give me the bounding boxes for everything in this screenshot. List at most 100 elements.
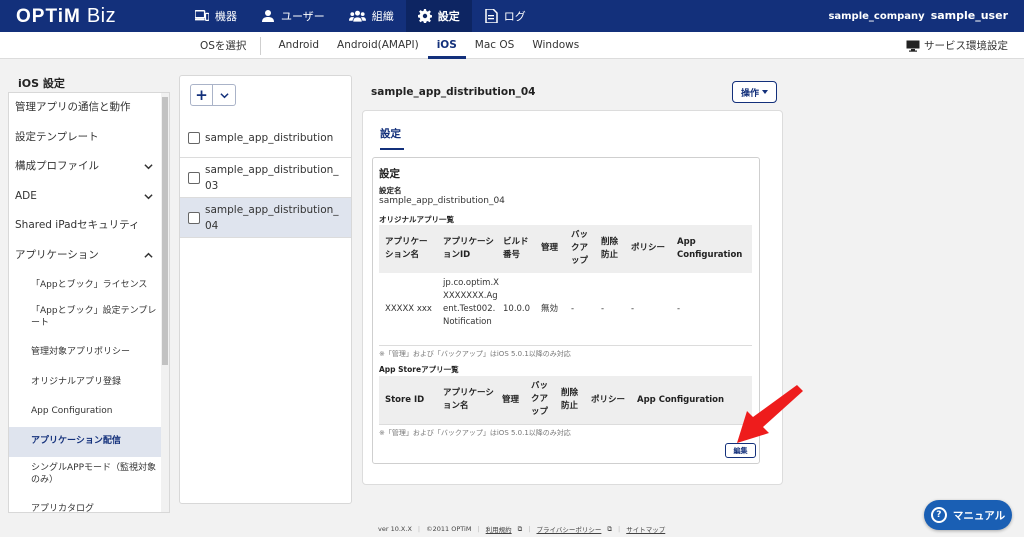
main-nav: 機器 ユーザー 組織 設定 ログ — [183, 0, 538, 32]
tab-windows[interactable]: Windows — [523, 32, 588, 59]
column-header: 削除防止 — [561, 388, 579, 411]
sidebar-item-settings-template[interactable]: 設定テンプレート — [9, 123, 169, 153]
copyright-text: ©2011 OPTiM — [426, 525, 472, 533]
logo-sub-text: Biz — [86, 5, 117, 27]
sidebar-item-managed-app-policy[interactable]: 管理対象アプリポリシー — [9, 338, 169, 368]
tab-macos[interactable]: Mac OS — [466, 32, 524, 59]
nav-devices[interactable]: 機器 — [183, 0, 249, 32]
column-header: アプリケーション名 — [385, 237, 428, 260]
add-button[interactable]: + — [190, 84, 213, 106]
column-header: 管理 — [541, 243, 559, 253]
add-dropdown-button[interactable] — [213, 84, 236, 106]
original-apps-label: オリジナルアプリ一覧 — [379, 215, 454, 224]
sidebar-item-label: アプリカタログ — [31, 503, 95, 513]
column-header: バックアップ — [531, 381, 549, 417]
list-item-checkbox[interactable] — [188, 131, 200, 144]
operations-button[interactable]: 操作 — [732, 81, 777, 103]
tab-android[interactable]: Android — [269, 32, 328, 59]
table-row-divider — [379, 345, 752, 346]
sidebar-item-label: アプリケーション配信 — [31, 435, 121, 446]
sidebar-item-shared-ipad[interactable]: Shared iPadセキュリティ — [9, 211, 169, 241]
sidebar-item-label: 「Appとブック」ライセンス — [31, 279, 148, 290]
sidebar-item-original-app[interactable]: オリジナルアプリ登録 — [9, 368, 169, 398]
footer-separator: | — [528, 525, 531, 533]
table-cell: jp.co.optim.XXXXXXXX.Agent.Test002.Notif… — [443, 278, 499, 327]
annotation-arrow — [737, 385, 803, 443]
footer-separator: | — [477, 525, 480, 533]
sidebar-item-app-communication[interactable]: 管理アプリの通信と動作 — [9, 93, 169, 123]
sidebar-scroll-thumb[interactable] — [162, 97, 168, 365]
column-header: アプリケーション名 — [443, 388, 494, 411]
sidebar-item-apps-books-license[interactable]: 「Appとブック」ライセンス — [9, 271, 169, 301]
sidebar-item-label: シングルAPPモード（監視対象のみ） — [31, 462, 157, 485]
column-header: 削除防止 — [601, 237, 619, 260]
column-header: 管理 — [502, 395, 520, 405]
chevron-down-icon — [144, 193, 153, 200]
sidebar-item-label: 管理アプリの通信と動作 — [15, 101, 131, 113]
edit-button[interactable]: 編集 — [725, 443, 756, 458]
column-header: Store ID — [385, 395, 425, 405]
nav-settings[interactable]: 設定 — [405, 0, 472, 32]
service-settings-link[interactable]: サービス環境設定 — [906, 38, 1008, 53]
list-item[interactable]: sample_app_distribution — [180, 118, 351, 157]
settings-section: 設定 設定名 sample_app_distribution_04 オリジナルア… — [372, 157, 760, 464]
sidebar-item-label: 管理対象アプリポリシー — [31, 347, 131, 358]
setting-name-label: 設定名 — [379, 186, 402, 195]
detail-card: 設定 設定 設定名 sample_app_distribution_04 オリジ… — [362, 110, 783, 485]
table-cell: - — [571, 304, 575, 314]
caret-down-icon — [762, 90, 768, 94]
list-item-label: sample_app_distribution_04 — [205, 203, 339, 232]
device-icon — [195, 10, 209, 21]
column-header: App Configuration — [677, 237, 743, 260]
tab-settings[interactable]: 設定 — [380, 126, 404, 150]
sidebar-item-app-configuration[interactable]: App Configuration — [9, 397, 169, 427]
chevron-down-icon — [219, 92, 229, 98]
manual-button[interactable]: ? マニュアル — [924, 500, 1012, 530]
sidebar-item-label: Shared iPadセキュリティ — [15, 219, 140, 232]
table-cell: - — [631, 304, 635, 314]
os-selector-bar: OSを選択 Android Android(AMAPI) iOS Mac OS … — [0, 32, 1024, 59]
sidebar-item-app-catalog[interactable]: アプリカタログ — [9, 495, 169, 513]
sidebar-scrollbar[interactable] — [161, 93, 169, 512]
service-settings-label: サービス環境設定 — [924, 40, 1008, 52]
list-item-checkbox[interactable] — [188, 171, 200, 184]
operations-label: 操作 — [740, 88, 759, 99]
list-item-checkbox[interactable] — [188, 211, 200, 224]
sidebar-item-label: アプリケーション — [15, 248, 99, 261]
logo-main-text: OPTiM — [16, 6, 81, 27]
setting-name-value: sample_app_distribution_04 — [379, 196, 505, 206]
list-item-label: sample_app_distribution — [205, 131, 334, 144]
version-text: ver 10.X.X — [378, 525, 412, 533]
sidebar-item-ade[interactable]: ADE — [9, 182, 169, 212]
sidebar-item-app-distribution[interactable]: アプリケーション配信 — [9, 426, 169, 457]
detail-title: sample_app_distribution_04 — [371, 86, 536, 98]
privacy-policy-link[interactable]: プライバシーポリシー — [537, 524, 602, 534]
optim-biz-logo[interactable]: OPTiM Biz — [16, 5, 116, 28]
sidebar-item-applications[interactable]: アプリケーション — [9, 241, 169, 271]
terms-link[interactable]: 利用規約 — [486, 524, 512, 534]
footer-separator: | — [417, 525, 421, 533]
sidebar-item-label: 「Appとブック」設定テンプレート — [31, 306, 157, 329]
tab-android-amapi[interactable]: Android(AMAPI) — [328, 32, 428, 59]
gear-icon — [417, 9, 432, 23]
settings-sidebar: 管理アプリの通信と動作 設定テンプレート 構成プロファイル ADE Shared… — [8, 92, 170, 513]
nav-users[interactable]: ユーザー — [249, 0, 337, 32]
nav-organization-label: 組織 — [371, 10, 394, 23]
column-header: App Configuration — [637, 395, 725, 405]
sidebar-item-label: App Configuration — [31, 406, 113, 417]
nav-settings-label: 設定 — [437, 10, 460, 23]
sitemap-link[interactable]: サイトマップ — [626, 524, 665, 534]
external-link-icon: ⧉ — [517, 524, 523, 533]
sidebar-item-config-profile[interactable]: 構成プロファイル — [9, 152, 169, 182]
nav-logs[interactable]: ログ — [472, 0, 538, 32]
nav-organization[interactable]: 組織 — [337, 0, 406, 32]
group-icon — [348, 10, 366, 22]
list-item[interactable]: sample_app_distribution_03 — [180, 157, 351, 197]
tab-ios[interactable]: iOS — [427, 32, 466, 59]
sidebar-item-single-app-mode[interactable]: シングルAPPモード（監視対象のみ） — [9, 457, 169, 495]
sidebar-item-apps-books-template[interactable]: 「Appとブック」設定テンプレート — [9, 300, 169, 338]
sidebar-item-label: 設定テンプレート — [15, 130, 99, 143]
os-select-label: OSを選択 — [200, 36, 262, 55]
account-menu[interactable]: sample_company sample_user — [828, 9, 1008, 22]
list-item-selected[interactable]: sample_app_distribution_04 — [180, 197, 351, 237]
